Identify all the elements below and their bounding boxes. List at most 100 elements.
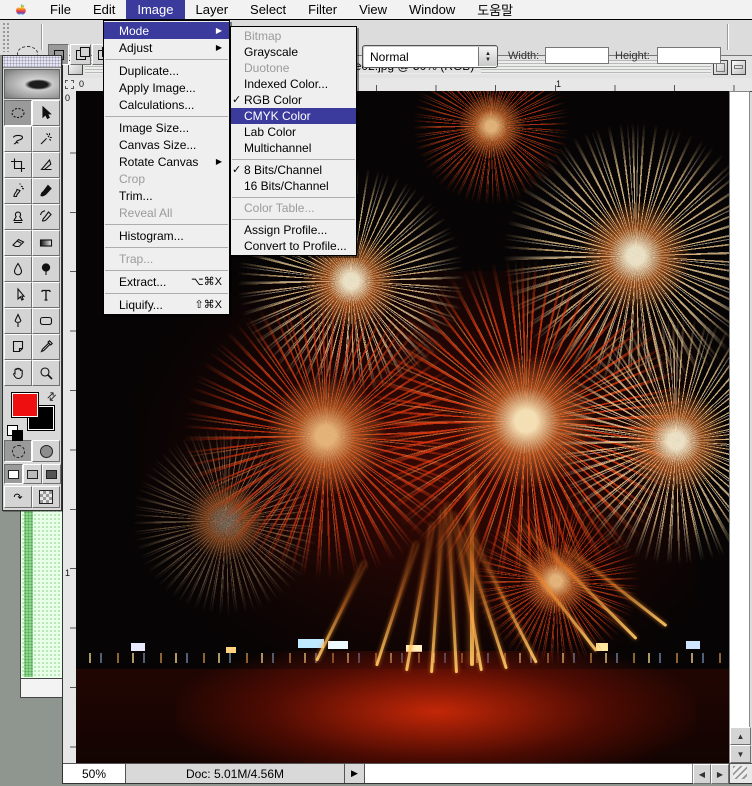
image-menu-item-histogram[interactable]: Histogram...: [104, 227, 229, 244]
mask-mode-buttons: [3, 440, 61, 462]
imageready-button[interactable]: [32, 486, 60, 508]
scroll-down-button[interactable]: ▼: [730, 745, 751, 763]
swap-colors-icon[interactable]: ⇄: [44, 389, 60, 405]
quick-mask-button[interactable]: [32, 440, 60, 462]
color-wells: ⇄: [4, 388, 60, 438]
rounded-rect-tool[interactable]: [32, 308, 60, 334]
mode-menu-item-label: Color Table...: [244, 201, 314, 215]
mode-menu-item-multichannel[interactable]: Multichannel: [231, 140, 356, 156]
mode-menu-item-label: Multichannel: [244, 141, 311, 155]
image-menu-item-liquify[interactable]: Liquify...⇧⌘X: [104, 296, 229, 313]
menubar-item-layer[interactable]: Layer: [185, 0, 240, 19]
mode-menu-item-cmyk-color[interactable]: CMYK Color: [231, 108, 356, 124]
airbrush-tool[interactable]: [4, 178, 32, 204]
standard-screen-button[interactable]: [4, 464, 23, 484]
eraser-tool[interactable]: [4, 230, 32, 256]
magic-wand-tool[interactable]: [32, 126, 60, 152]
mode-menu-item-rgb-color[interactable]: ✓RGB Color: [231, 92, 356, 108]
menubar-item-image[interactable]: Image: [126, 0, 184, 19]
mode-menu-item-color-table: Color Table...: [231, 200, 356, 216]
toolbox-titlebar[interactable]: [3, 56, 61, 68]
window-resize-grip[interactable]: [729, 764, 752, 783]
jump-to-imageready-button[interactable]: ↷: [4, 486, 32, 508]
collapse-box[interactable]: [731, 60, 746, 75]
add-to-selection-button[interactable]: [70, 44, 91, 65]
eyedropper-tool[interactable]: [32, 334, 60, 360]
scroll-up-button[interactable]: ▲: [730, 727, 751, 745]
blur-tool[interactable]: [4, 256, 32, 282]
horizontal-scrollbar[interactable]: [365, 764, 692, 783]
hand-tool[interactable]: [4, 360, 32, 386]
image-menu-item-canvas-size[interactable]: Canvas Size...: [104, 136, 229, 153]
vertical-scroll-arrows: ▲ ▼: [730, 727, 749, 763]
image-menu-item-apply-image[interactable]: Apply Image...: [104, 79, 229, 96]
mode-menu-item-lab-color[interactable]: Lab Color: [231, 124, 356, 140]
menubar-item-edit[interactable]: Edit: [82, 0, 126, 19]
mode-menu-item-8-bits-channel[interactable]: ✓8 Bits/Channel: [231, 162, 356, 178]
stepper-icon[interactable]: ▲▼: [478, 47, 497, 66]
hruler-label-1: 1: [556, 79, 561, 89]
image-menu-item-adjust[interactable]: Adjust▶: [104, 39, 229, 56]
lasso-tool[interactable]: [4, 126, 32, 152]
default-colors-icon[interactable]: [7, 425, 18, 436]
history-brush-tool[interactable]: [32, 204, 60, 230]
slice-tool[interactable]: [32, 152, 60, 178]
status-bar: 50% Doc: 5.01M/4.56M ▶ ◀ ▶: [63, 763, 752, 783]
standard-mode-button[interactable]: [4, 440, 32, 462]
type-tool[interactable]: [32, 282, 60, 308]
image-menu-item-label: Trim...: [119, 189, 153, 203]
ruler-origin[interactable]: [63, 78, 77, 92]
crop-tool[interactable]: [4, 152, 32, 178]
tool-buttons: [3, 100, 61, 386]
image-menu-item-image-size[interactable]: Image Size...: [104, 119, 229, 136]
paintbrush-tool[interactable]: [32, 178, 60, 204]
scroll-left-button[interactable]: ◀: [693, 764, 711, 784]
style-dropdown[interactable]: Normal ▲▼: [362, 45, 498, 68]
mode-menu-item-indexed-color[interactable]: Indexed Color...: [231, 76, 356, 92]
vertical-scrollbar[interactable]: ▲ ▼: [729, 91, 750, 764]
zoom-level-field[interactable]: 50%: [63, 764, 126, 783]
width-input[interactable]: [545, 47, 609, 64]
apple-menu[interactable]: [0, 0, 39, 19]
mode-menu-item-assign-profile[interactable]: Assign Profile...: [231, 222, 356, 238]
mode-menu-item-16-bits-channel[interactable]: 16 Bits/Channel: [231, 178, 356, 194]
image-menu-item-rotate-canvas[interactable]: Rotate Canvas▶: [104, 153, 229, 170]
menubar-item-file[interactable]: File: [39, 0, 82, 19]
background-window-scrollbar[interactable]: [21, 678, 63, 697]
clone-stamp-tool[interactable]: [4, 204, 32, 230]
zoom-tool[interactable]: [32, 360, 60, 386]
collapse-box-icon: [734, 65, 743, 69]
options-bar-grip[interactable]: [2, 22, 10, 52]
gradient-tool[interactable]: [32, 230, 60, 256]
menubar-item-filter[interactable]: Filter: [297, 0, 348, 19]
dodge-icon: [38, 261, 54, 277]
elliptical-marquee-tool[interactable]: [4, 100, 32, 126]
image-menu-item-mode[interactable]: Mode▶: [104, 22, 229, 39]
menubar-item-select[interactable]: Select: [239, 0, 297, 19]
foreground-color-swatch[interactable]: [11, 392, 39, 418]
image-menu-item-extract[interactable]: Extract...⌥⌘X: [104, 273, 229, 290]
menubar-item-view[interactable]: View: [348, 0, 398, 19]
mode-menu-item-convert-to-profile[interactable]: Convert to Profile...: [231, 238, 356, 254]
move-tool[interactable]: [32, 100, 60, 126]
scroll-right-button[interactable]: ▶: [711, 764, 729, 784]
standard-screen-icon: [8, 470, 19, 479]
mode-menu-item-label: Grayscale: [244, 45, 298, 59]
fullscreen-menubar-button[interactable]: [23, 464, 42, 484]
pen-tool[interactable]: [4, 308, 32, 334]
fullscreen-button[interactable]: [42, 464, 61, 484]
path-select-tool[interactable]: [4, 282, 32, 308]
notes-tool[interactable]: [4, 334, 32, 360]
dodge-tool[interactable]: [32, 256, 60, 282]
status-popup-button[interactable]: ▶: [345, 764, 365, 783]
image-menu-item-calculations[interactable]: Calculations...: [104, 96, 229, 113]
height-input[interactable]: [657, 47, 721, 64]
image-menu-item-reveal-all: Reveal All: [104, 204, 229, 221]
image-menu: Mode▶Adjust▶Duplicate...Apply Image...Ca…: [103, 20, 230, 315]
menubar-item-window[interactable]: Window: [398, 0, 466, 19]
jump-to-row: ↷: [3, 486, 61, 508]
menubar-item-도움말[interactable]: 도움말: [466, 0, 524, 19]
mode-menu-item-grayscale[interactable]: Grayscale: [231, 44, 356, 60]
image-menu-item-duplicate[interactable]: Duplicate...: [104, 62, 229, 79]
image-menu-item-trim[interactable]: Trim...: [104, 187, 229, 204]
